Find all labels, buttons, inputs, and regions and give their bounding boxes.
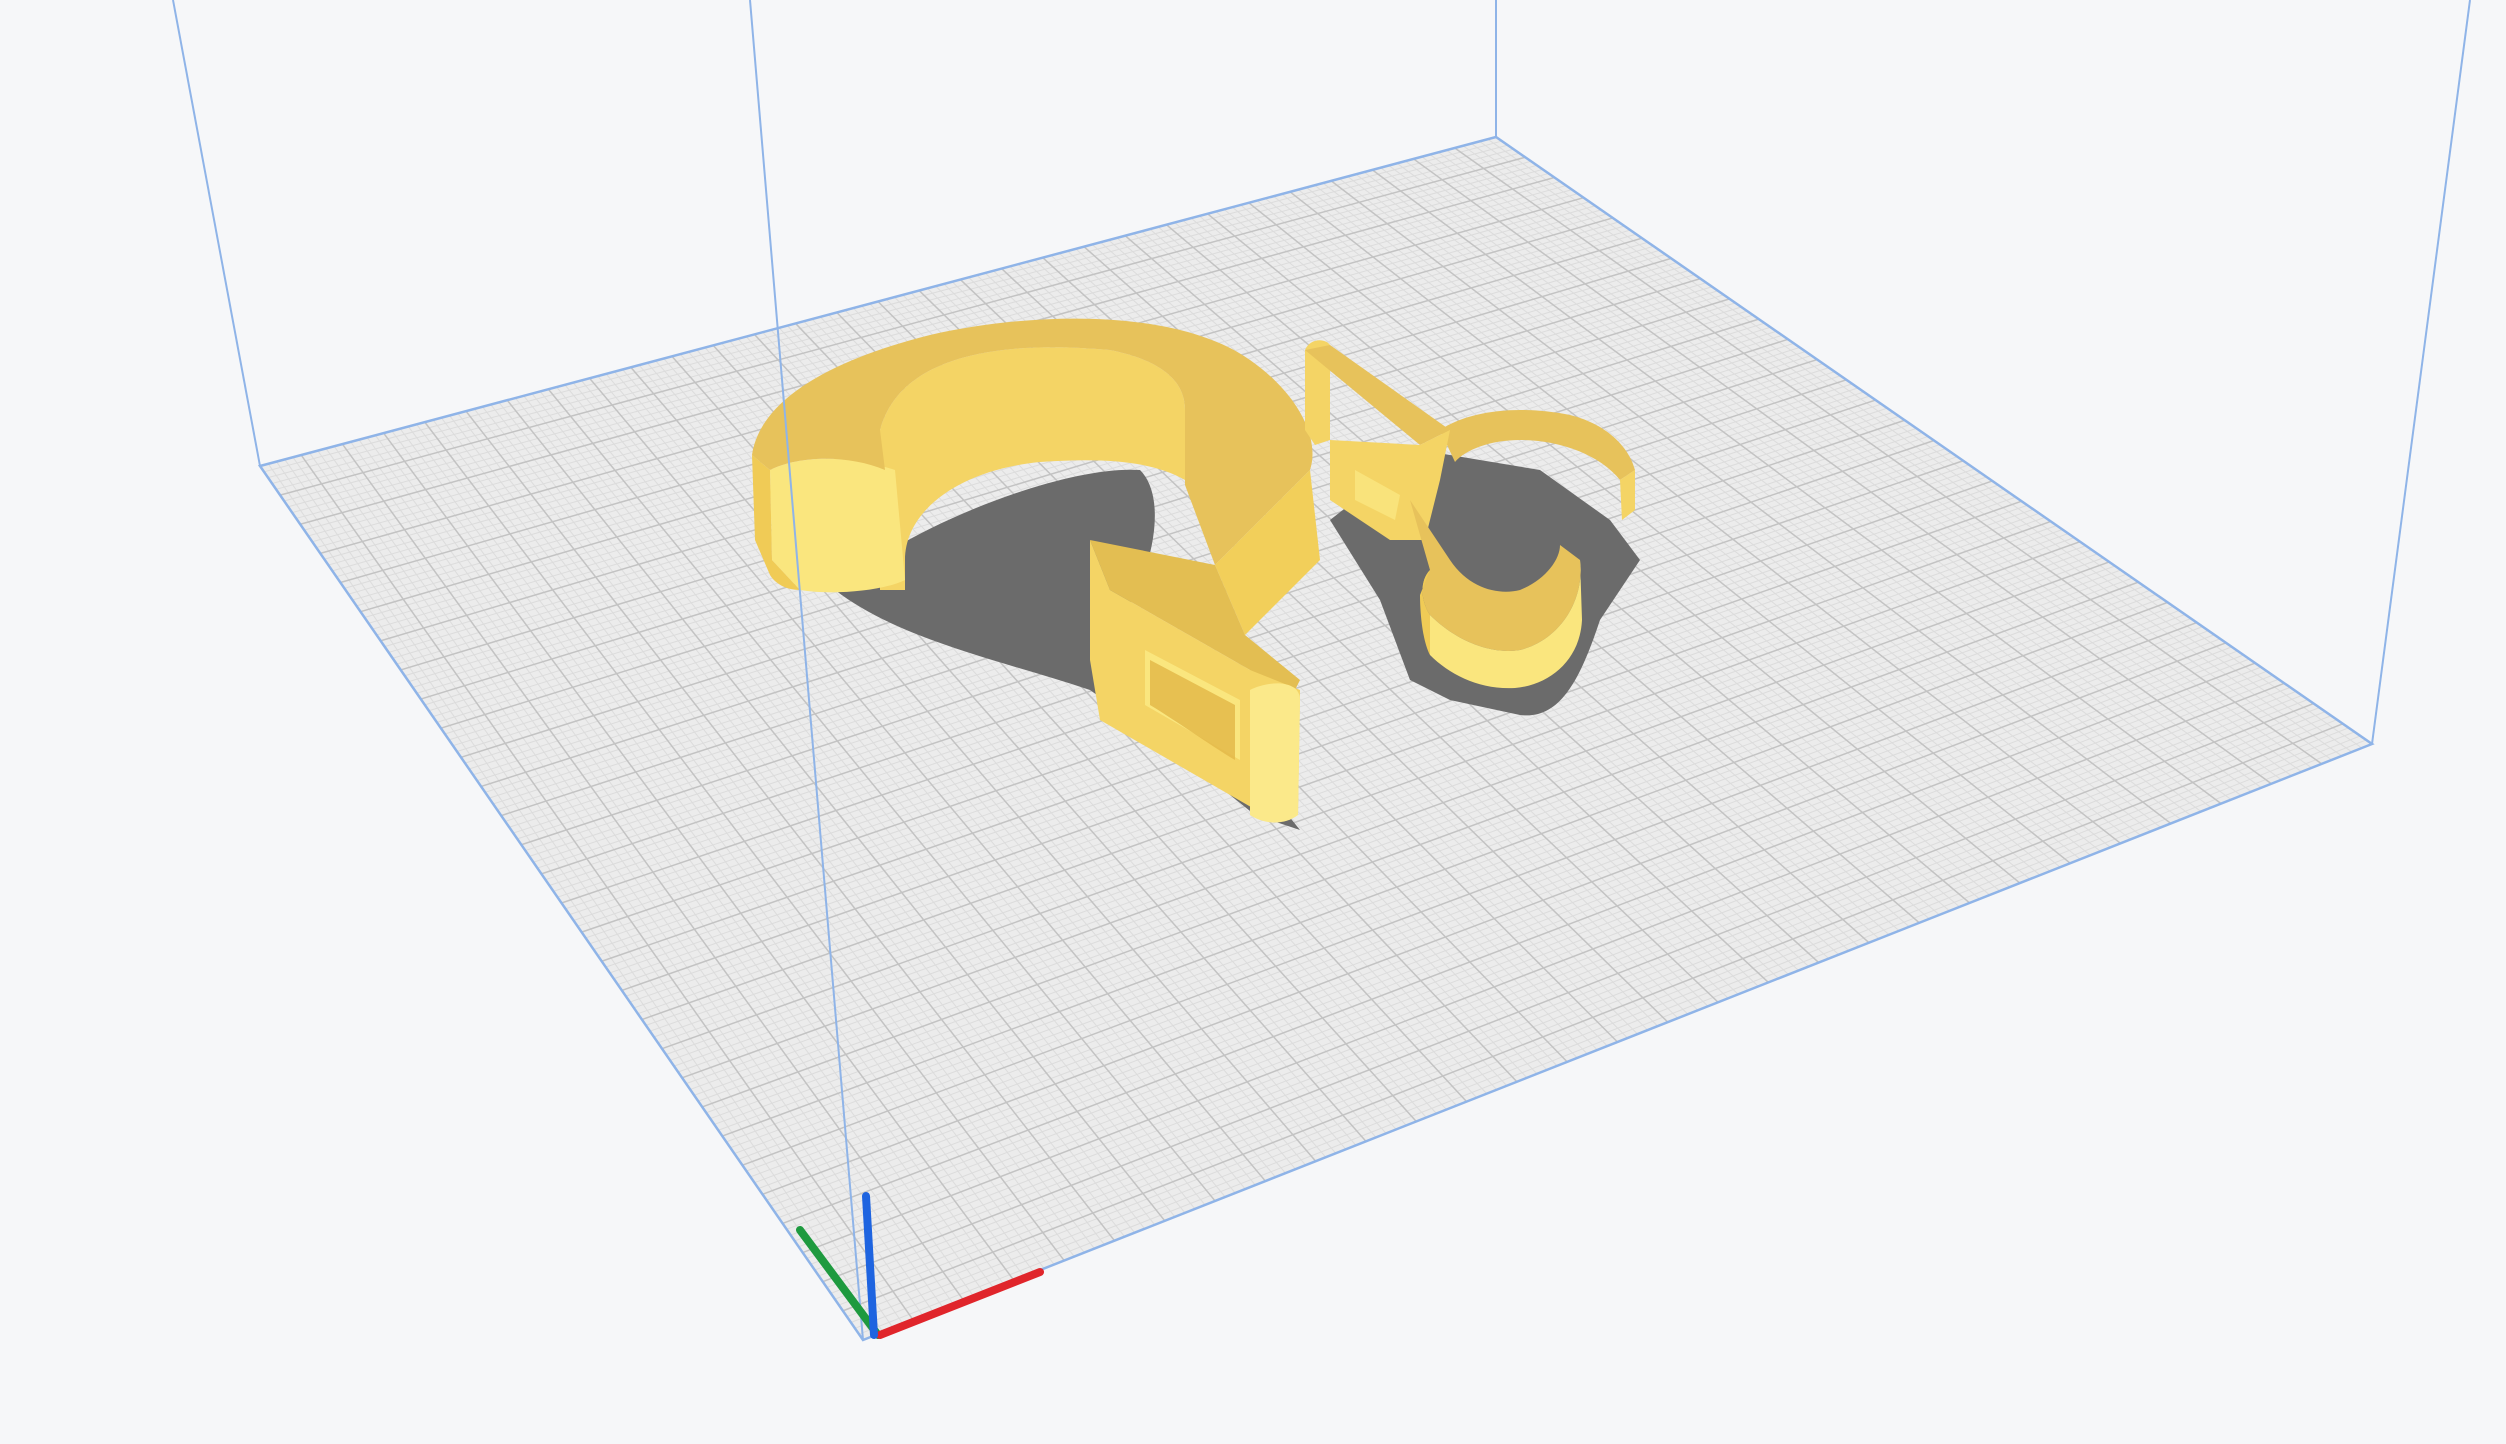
3d-viewport[interactable] bbox=[0, 0, 2506, 1444]
